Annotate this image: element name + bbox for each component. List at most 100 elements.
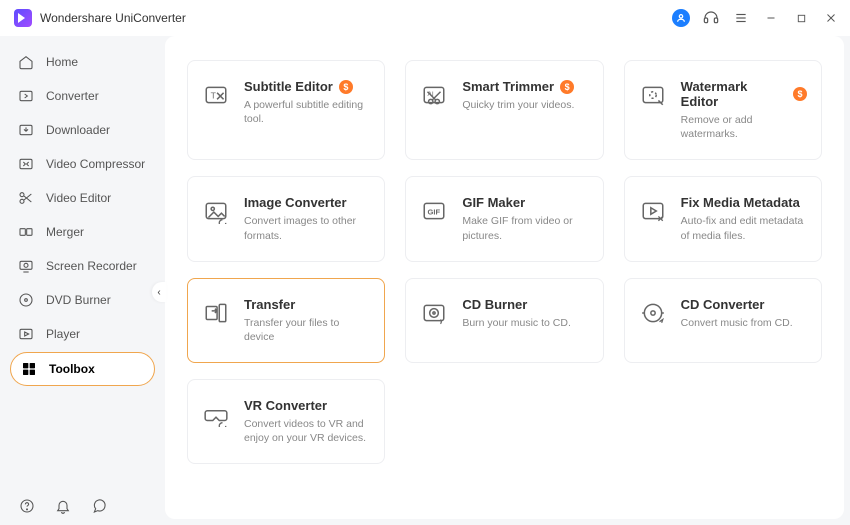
player-icon [18,326,34,342]
card-title-row: Smart Trimmer [462,79,574,94]
card-text: Watermark EditorRemove or add watermarks… [681,79,807,141]
compressor-icon [18,156,34,172]
sidebar-item-converter[interactable]: Converter [0,80,165,112]
titlebar-left: Wondershare UniConverter [14,9,186,27]
svg-text:GIF: GIF [428,208,441,217]
card-desc: Auto-fix and edit metadata of media file… [681,214,807,242]
image-icon [202,197,230,225]
sidebar-item-label: Toolbox [49,362,95,376]
scissors-icon [18,190,34,206]
card-text: Fix Media Metadata Auto-fix and edit meta… [681,195,807,242]
tool-card-watermark[interactable]: Watermark EditorRemove or add watermarks… [624,60,822,160]
maximize-button[interactable] [792,9,810,27]
card-text: Transfer Transfer your files to device [244,297,370,344]
card-title: Fix Media Metadata [681,195,800,210]
tool-card-vr[interactable]: VR Converter Convert videos to VR and enj… [187,379,385,464]
converter-icon [18,88,34,104]
card-title-row: Image Converter [244,195,370,210]
card-text: CD Burner Burn your music to CD. [462,297,571,330]
sidebar-item-dvd-burner[interactable]: DVD Burner [0,284,165,316]
card-title-row: Transfer [244,297,370,312]
app-logo [14,9,32,27]
card-title: Subtitle Editor [244,79,333,94]
minimize-button[interactable] [762,9,780,27]
sidebar-item-toolbox[interactable]: Toolbox [10,352,155,386]
card-desc: Convert videos to VR and enjoy on your V… [244,417,370,445]
tool-card-transfer[interactable]: Transfer Transfer your files to device [187,278,385,363]
cdconvert-icon [639,299,667,327]
recorder-icon [18,258,34,274]
tool-card-subtitle[interactable]: T Subtitle Editor A powerful subtitle edit… [187,60,385,160]
card-desc: Convert music from CD. [681,316,793,330]
titlebar-right [672,9,840,27]
support-icon[interactable] [702,9,720,27]
card-desc: Transfer your files to device [244,316,370,344]
card-text: VR Converter Convert videos to VR and enj… [244,398,370,445]
tool-card-metadata[interactable]: Fix Media Metadata Auto-fix and edit meta… [624,176,822,261]
sidebar-item-compressor[interactable]: Video Compressor [0,148,165,180]
sidebar-collapse-button[interactable]: ‹ [152,282,166,302]
premium-badge-icon [793,87,807,101]
sidebar-bottom-icons [0,487,165,525]
vr-icon [202,400,230,428]
card-text: Subtitle Editor A powerful subtitle editi… [244,79,370,126]
cdburn-icon [420,299,448,327]
sidebar-item-label: Video Editor [46,191,111,205]
tool-card-gif[interactable]: GIF GIF MakerMake GIF from video or pictu… [405,176,603,261]
sidebar-item-label: Home [46,55,78,69]
card-desc: A powerful subtitle editing tool. [244,98,370,126]
transfer-icon [202,299,230,327]
sidebar-nav: Home Converter Downloader Video Compress… [0,46,165,386]
card-title: CD Burner [462,297,527,312]
svg-text:T: T [211,90,217,100]
card-title-row: VR Converter [244,398,370,413]
card-title-row: Watermark Editor [681,79,807,109]
card-title: GIF Maker [462,195,525,210]
tool-card-trimmer[interactable]: AI Smart Trimmer Quicky trim your videos. [405,60,603,160]
sidebar-item-video-editor[interactable]: Video Editor [0,182,165,214]
bell-icon[interactable] [54,497,72,515]
card-text: GIF MakerMake GIF from video or pictures… [462,195,588,242]
sidebar-item-label: Video Compressor [46,157,145,171]
sidebar-item-player[interactable]: Player [0,318,165,350]
card-title-row: Subtitle Editor [244,79,370,94]
card-title: VR Converter [244,398,327,413]
sidebar: Home Converter Downloader Video Compress… [0,36,165,525]
subtitle-icon: T [202,81,230,109]
card-title-row: CD Converter [681,297,793,312]
trimmer-icon: AI [420,81,448,109]
tools-grid: T Subtitle Editor A powerful subtitle edit… [187,60,822,464]
sidebar-item-label: Player [46,327,80,341]
sidebar-item-label: DVD Burner [46,293,111,307]
card-text: Image Converter Convert images to other f… [244,195,370,242]
sidebar-item-label: Screen Recorder [46,259,137,273]
sidebar-item-downloader[interactable]: Downloader [0,114,165,146]
help-icon[interactable] [18,497,36,515]
feedback-icon[interactable] [90,497,108,515]
user-account-icon[interactable] [672,9,690,27]
tool-card-cdburn[interactable]: CD Burner Burn your music to CD. [405,278,603,363]
card-text: CD Converter Convert music from CD. [681,297,793,330]
sidebar-item-home[interactable]: Home [0,46,165,78]
sidebar-item-label: Merger [46,225,84,239]
tool-card-cdconvert[interactable]: CD Converter Convert music from CD. [624,278,822,363]
home-icon [18,54,34,70]
app-title: Wondershare UniConverter [40,11,186,25]
menu-icon[interactable] [732,9,750,27]
card-desc: Quicky trim your videos. [462,98,574,112]
tool-card-image[interactable]: Image Converter Convert images to other f… [187,176,385,261]
gif-icon: GIF [420,197,448,225]
main-wrap: Home Converter Downloader Video Compress… [0,36,850,525]
metadata-icon [639,197,667,225]
card-desc: Burn your music to CD. [462,316,571,330]
card-title-row: CD Burner [462,297,571,312]
sidebar-item-merger[interactable]: Merger [0,216,165,248]
card-desc: Convert images to other formats. [244,214,370,242]
sidebar-item-screen-recorder[interactable]: Screen Recorder [0,250,165,282]
card-title-row: Fix Media Metadata [681,195,807,210]
watermark-icon [639,81,667,109]
close-button[interactable] [822,9,840,27]
content-panel: T Subtitle Editor A powerful subtitle edit… [165,36,844,519]
card-title: Image Converter [244,195,347,210]
titlebar: Wondershare UniConverter [0,0,850,36]
